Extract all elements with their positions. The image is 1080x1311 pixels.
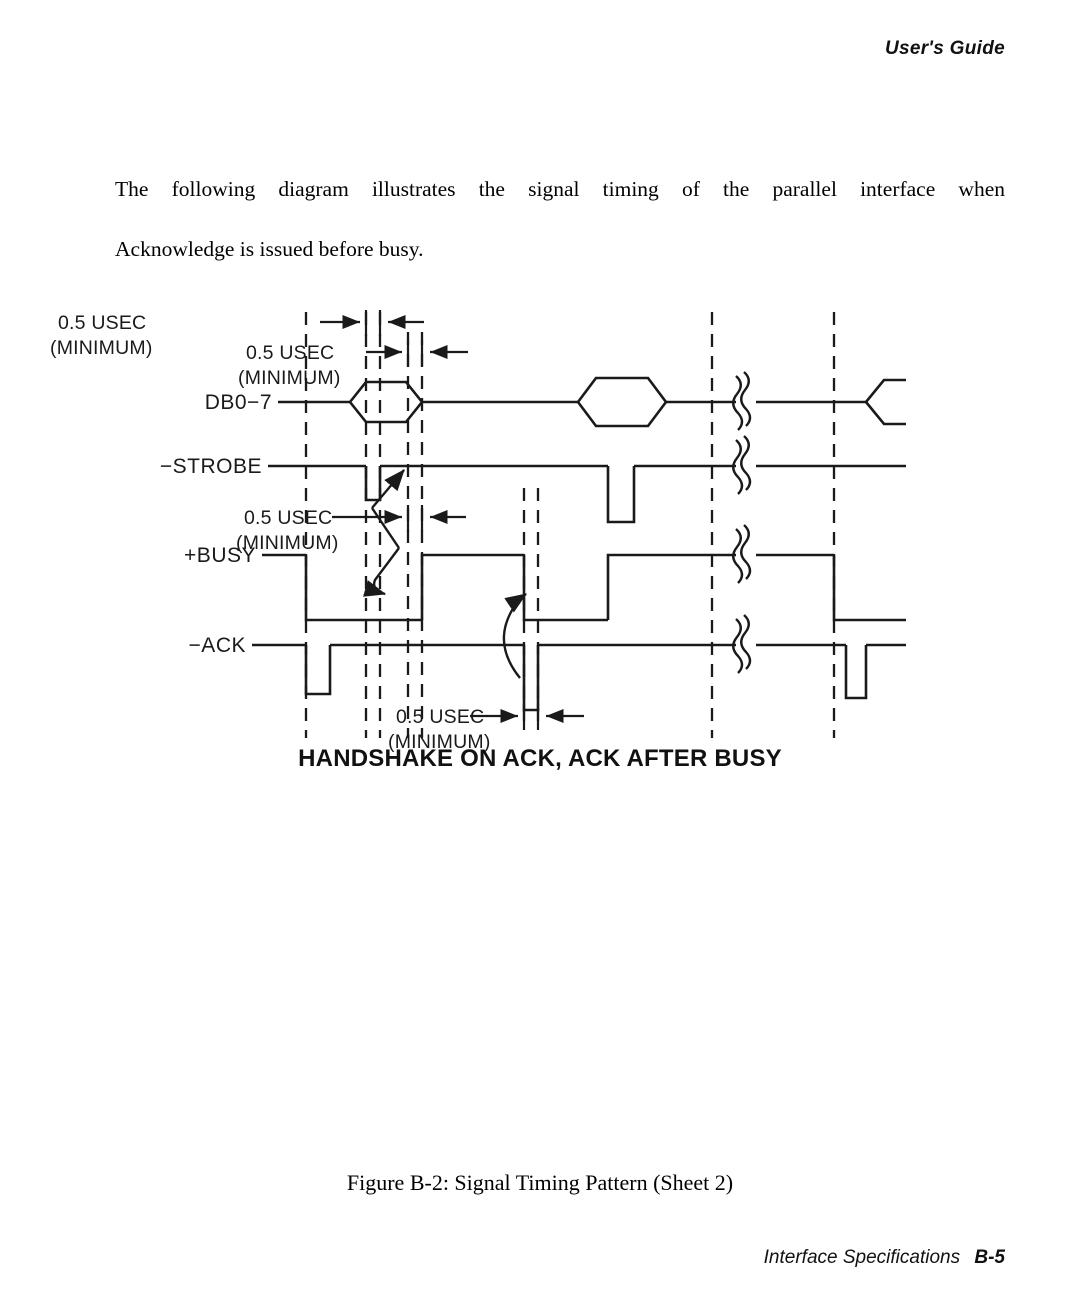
footer-section: Interface Specifications: [763, 1247, 961, 1268]
intro-line-1: The following diagram illustrates the si…: [115, 176, 1005, 201]
break-symbols: [732, 371, 752, 674]
intro-line-2: Acknowledge is issued before busy.: [115, 236, 424, 261]
annotation-3-value: 0.5 USEC: [244, 507, 332, 529]
timing-diagram-svg: DB0−7 −STROBE +BUSY −ACK 0.5 USEC (MINIM…: [50, 310, 906, 753]
footer-page-number: B-5: [974, 1247, 1005, 1268]
dimension-arrow-2: [366, 340, 468, 366]
intro-paragraph: The following diagram illustrates the si…: [115, 174, 1005, 264]
causality-arrow-strobe-busy: [363, 469, 405, 597]
dimension-arrow-3: [332, 505, 466, 531]
waveform-busy: [262, 553, 906, 622]
waveform-strobe: [268, 464, 906, 524]
annotation-2-qualifier: (MINIMUM): [238, 367, 341, 389]
reference-lines: [304, 312, 836, 738]
diagram-title: HANDSHAKE ON ACK, ACK AFTER BUSY: [298, 745, 782, 772]
causality-arrow-busy-ack: [502, 593, 527, 679]
running-head: User's Guide: [884, 38, 1005, 59]
annotation-3-qualifier: (MINIMUM): [236, 532, 339, 554]
waveform-ack: [252, 643, 906, 712]
annotation-1-qualifier: (MINIMUM): [50, 337, 153, 359]
page-footer: Interface Specifications B-5: [764, 1247, 1005, 1269]
annotation-4-value: 0.5 USEC: [396, 706, 484, 728]
signal-label-strobe: −STROBE: [160, 455, 262, 478]
annotation-2-value: 0.5 USEC: [246, 342, 334, 364]
signal-label-ack: −ACK: [189, 634, 246, 657]
waveform-db0-7: [278, 376, 906, 428]
annotation-1-value: 0.5 USEC: [58, 312, 146, 334]
signal-label-db0-7: DB0−7: [205, 391, 272, 414]
dimension-arrow-4: [470, 704, 584, 730]
figure-b2: DB0−7 −STROBE +BUSY −ACK 0.5 USEC (MINIM…: [0, 290, 1080, 1195]
figure-caption: Figure B-2: Signal Timing Pattern (Sheet…: [346, 1170, 734, 1195]
timing-diagram: DB0−7 −STROBE +BUSY −ACK 0.5 USEC (MINIM…: [0, 290, 1080, 800]
